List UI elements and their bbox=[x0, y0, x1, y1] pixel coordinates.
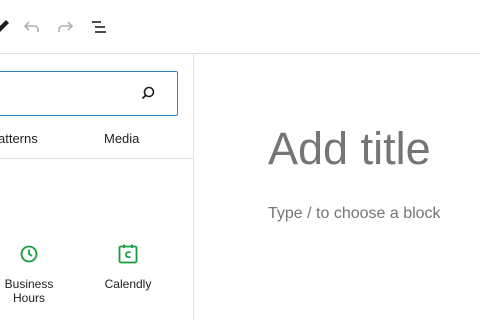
tab-patterns[interactable]: atterns bbox=[0, 131, 38, 146]
block-appender[interactable]: Type / to choose a block bbox=[268, 205, 441, 223]
undo-icon bbox=[23, 21, 39, 32]
redo-button[interactable] bbox=[51, 13, 79, 41]
redo-icon bbox=[58, 21, 74, 32]
block-inserter-panel: atterns Media Business Hours Calendly bbox=[0, 55, 194, 320]
undo-button[interactable] bbox=[18, 13, 46, 41]
block-search-input[interactable] bbox=[1, 72, 131, 114]
document-overview-icon bbox=[92, 21, 106, 33]
edit-pencil-icon bbox=[0, 20, 9, 32]
inserter-tabs: atterns Media bbox=[0, 117, 193, 159]
tab-media[interactable]: Media bbox=[104, 131, 139, 146]
editor-toolbar bbox=[0, 0, 480, 54]
block-calendly[interactable]: Calendly bbox=[92, 242, 164, 291]
block-search bbox=[0, 71, 178, 116]
clock-icon bbox=[17, 242, 41, 266]
block-label: Calendly bbox=[104, 277, 152, 291]
calendly-icon bbox=[116, 242, 140, 266]
editor-canvas: Add title Type / to choose a block bbox=[195, 55, 480, 320]
post-title[interactable]: Add title bbox=[268, 123, 431, 175]
document-overview-button[interactable] bbox=[85, 13, 113, 41]
block-business-hours[interactable]: Business Hours bbox=[0, 242, 65, 305]
block-label: Business Hours bbox=[4, 277, 54, 305]
search-icon[interactable] bbox=[139, 84, 157, 102]
edit-pencil-button[interactable] bbox=[0, 13, 16, 41]
